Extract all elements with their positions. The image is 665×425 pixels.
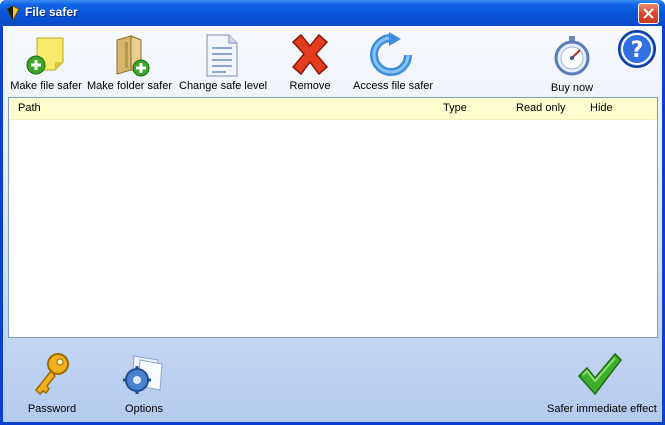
column-read-only[interactable]: Read only — [516, 102, 566, 114]
folder-add-icon — [116, 35, 150, 77]
close-icon — [643, 8, 654, 19]
password-label: Password — [27, 403, 77, 415]
password-button[interactable]: Password — [25, 350, 79, 416]
change-safe-level-label: Change safe level — [179, 80, 268, 92]
buy-now-button[interactable]: Buy now — [545, 32, 599, 94]
refresh-arrow-icon — [370, 32, 412, 76]
bottom-toolbar: Password Options Safer immediate effect — [3, 344, 662, 422]
toolbar: Make file safer Make folder safer Change… — [3, 26, 662, 96]
buy-now-label: Buy now — [550, 82, 594, 94]
file-list[interactable]: Path Type Read only Hide — [8, 97, 658, 338]
list-header: Path Type Read only Hide — [9, 98, 657, 120]
safer-immediate-effect-button[interactable]: Safer immediate effect — [547, 350, 657, 416]
title-bar[interactable]: File safer — [0, 0, 665, 26]
red-x-icon — [291, 33, 329, 76]
remove-button[interactable]: Remove — [283, 32, 337, 94]
options-label: Options — [125, 403, 163, 415]
svg-text:?: ? — [631, 38, 644, 63]
settings-gear-icon — [123, 355, 163, 394]
client-area: Make file safer Make folder safer Change… — [3, 26, 662, 422]
remove-label: Remove — [289, 80, 331, 92]
key-icon — [34, 353, 69, 396]
access-file-safer-label: Access file safer — [353, 80, 434, 92]
make-folder-safer-button[interactable]: Make folder safer — [87, 32, 172, 94]
window-title: File safer — [25, 5, 78, 19]
column-hide[interactable]: Hide — [590, 102, 613, 114]
shield-app-icon — [6, 5, 20, 21]
options-button[interactable]: Options — [119, 350, 169, 416]
stopwatch-icon — [554, 36, 590, 76]
close-button[interactable] — [638, 3, 659, 24]
document-icon — [206, 34, 238, 77]
make-file-safer-button[interactable]: Make file safer — [9, 32, 83, 94]
app-window: File safer Make file safer Make folder s… — [0, 0, 665, 425]
safer-immediate-effect-label: Safer immediate effect — [547, 403, 657, 415]
make-file-safer-label: Make file safer — [10, 80, 82, 92]
change-safe-level-button[interactable]: Change safe level — [179, 32, 268, 94]
sticky-note-add-icon — [26, 37, 64, 75]
green-check-icon — [577, 352, 622, 396]
access-file-safer-button[interactable]: Access file safer — [353, 32, 434, 94]
column-path[interactable]: Path — [18, 102, 41, 114]
column-type[interactable]: Type — [443, 102, 467, 114]
make-folder-safer-label: Make folder safer — [87, 80, 172, 92]
help-icon[interactable]: ? — [617, 29, 657, 69]
